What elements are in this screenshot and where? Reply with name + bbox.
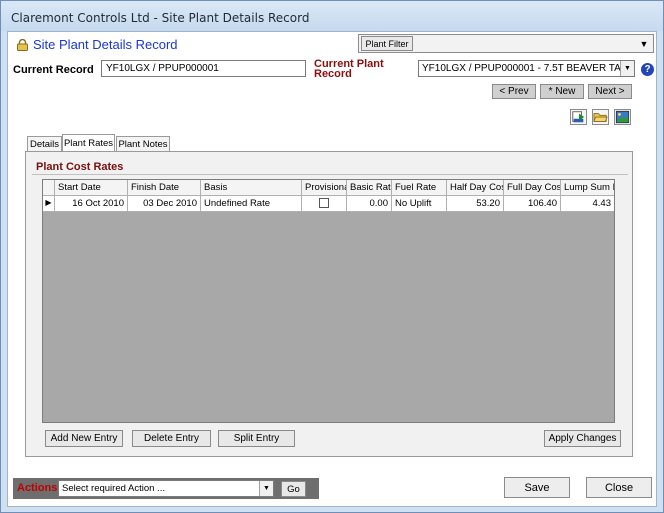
plant-rates-panel: Plant Cost Rates Start Date Finish Date … [25,151,633,457]
tab-details[interactable]: Details [27,136,62,151]
cell-start-date[interactable]: 16 Oct 2010 [55,196,128,212]
cell-half-day-cost[interactable]: 53.20 [447,196,504,212]
split-entry-button[interactable]: Split Entry [218,430,295,447]
cell-fuel-rate[interactable]: No Uplift [392,196,447,212]
tab-plant-rates[interactable]: Plant Rates [62,134,115,152]
actions-label: Actions: [17,482,61,494]
row-selector-header [43,180,55,196]
plant-filter-value[interactable] [417,36,631,51]
next-button[interactable]: Next > [588,84,632,99]
chevron-down-icon[interactable]: ▼ [259,481,273,496]
filter-dropdown-icon[interactable]: ▼ [638,37,650,50]
close-button[interactable]: Close [586,477,652,498]
column-header[interactable]: Basic Rate [347,180,392,196]
cell-finish-date[interactable]: 03 Dec 2010 [128,196,201,212]
apply-changes-button[interactable]: Apply Changes [544,430,621,447]
column-header[interactable]: Full Day Cost [504,180,561,196]
column-header[interactable]: Fuel Rate [392,180,447,196]
section-divider [32,174,628,175]
column-header[interactable]: Basis [201,180,302,196]
actions-select[interactable]: Select required Action ... ▼ [58,480,274,497]
go-button[interactable]: Go [281,481,306,497]
row-pointer-icon[interactable]: ▶ [43,196,55,212]
prev-button[interactable]: < Prev [492,84,536,99]
provisional-checkbox[interactable] [319,198,329,208]
cell-full-day-cost[interactable]: 106.40 [504,196,561,212]
window-title: Claremont Controls Ltd - Site Plant Deta… [11,11,310,25]
cell-basic-rate[interactable]: 0.00 [347,196,392,212]
column-header[interactable]: Half Day Cost [447,180,504,196]
run-report-icon[interactable] [570,109,587,125]
column-header[interactable]: Finish Date [128,180,201,196]
picture-icon[interactable] [614,109,631,125]
tab-plant-notes[interactable]: Plant Notes [116,136,170,151]
column-header[interactable]: Start Date [55,180,128,196]
cell-basis[interactable]: Undefined Rate [201,196,302,212]
help-icon[interactable]: ? [641,63,654,76]
current-record-field[interactable]: YF10LGX / PPUP000001 [101,60,306,77]
app-window: Claremont Controls Ltd - Site Plant Deta… [0,0,664,513]
current-plant-record-select[interactable]: YF10LGX / PPUP000001 - 7.5T BEAVER TAIL … [418,60,635,77]
chevron-down-icon[interactable]: ▼ [620,61,634,76]
actions-select-placeholder: Select required Action ... [62,483,165,494]
actions-bar: Actions: Select required Action ... ▼ Go [13,478,319,499]
plant-filter-box: Plant Filter ▼ [358,34,654,53]
current-record-label: Current Record [13,64,94,76]
table-row[interactable]: ▶ 16 Oct 2010 03 Dec 2010 Undefined Rate… [43,196,614,212]
plant-filter-button[interactable]: Plant Filter [361,36,413,51]
add-new-entry-button[interactable]: Add New Entry [45,430,123,447]
column-header[interactable]: Provisional [302,180,347,196]
cell-lump-sum-hire[interactable]: 4.43 [561,196,614,212]
section-title: Plant Cost Rates [36,161,124,173]
form-client-area: Site Plant Details Record Plant Filter ▼… [7,31,657,507]
title-bar[interactable]: Claremont Controls Ltd - Site Plant Deta… [1,1,663,31]
delete-entry-button[interactable]: Delete Entry [132,430,211,447]
cell-provisional[interactable] [302,196,347,212]
form-title: Site Plant Details Record [33,37,178,52]
open-folder-icon[interactable] [592,109,609,125]
grid-header-row: Start Date Finish Date Basis Provisional… [43,180,614,196]
current-plant-record-label: Current Plant Record [314,58,384,80]
save-button[interactable]: Save [504,477,570,498]
new-button[interactable]: * New [540,84,584,99]
current-plant-record-value: YF10LGX / PPUP000001 - 7.5T BEAVER TAIL … [422,63,635,74]
column-header[interactable]: Lump Sum Hire [561,180,614,196]
plant-cost-rates-grid[interactable]: Start Date Finish Date Basis Provisional… [42,179,615,423]
lock-icon [17,39,28,51]
